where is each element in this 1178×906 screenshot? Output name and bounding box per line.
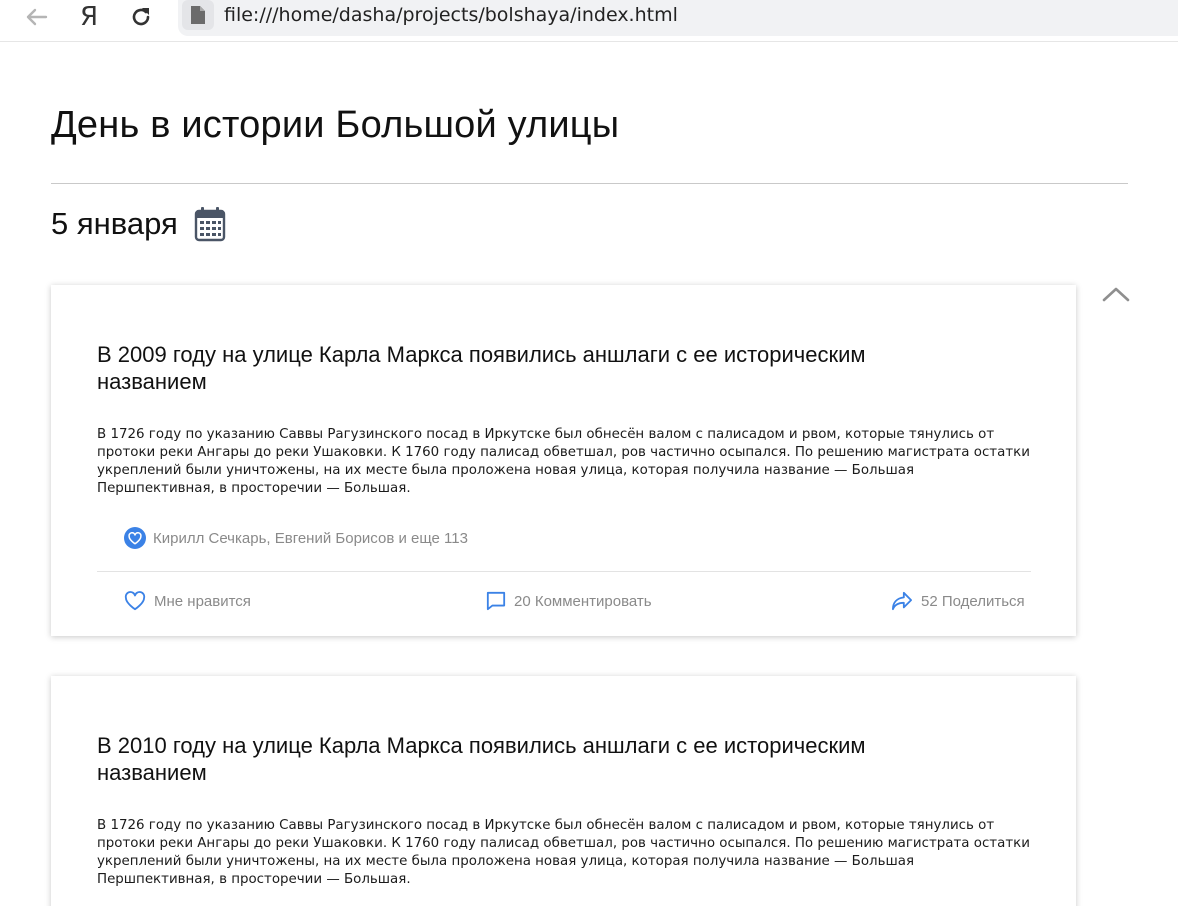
- post-title: В 2010 году на улице Карла Маркса появил…: [97, 733, 866, 785]
- share-button[interactable]: 52 Поделиться: [891, 591, 1025, 611]
- file-icon: [182, 0, 214, 30]
- back-button[interactable]: [21, 3, 51, 31]
- share-icon: [892, 591, 912, 611]
- address-bar[interactable]: file:///home/dasha/projects/bolshaya/ind…: [178, 0, 1178, 36]
- comment-button[interactable]: 20 Комментировать: [486, 591, 652, 611]
- card-divider: [97, 571, 1031, 572]
- calendar-icon[interactable]: [194, 206, 226, 242]
- reload-button[interactable]: [126, 3, 156, 31]
- post-text: В 1726 году по указанию Саввы Рагузинско…: [97, 427, 1030, 496]
- likes-summary[interactable]: Кирилл Сечкарь, Евгений Борисов и еще 11…: [124, 527, 468, 549]
- share-label: 52 Поделиться: [921, 592, 1025, 610]
- reload-icon: [132, 8, 150, 26]
- like-button[interactable]: Мне нравится: [124, 591, 251, 611]
- title-divider: [51, 183, 1128, 184]
- page-title: День в истории Большой улицы: [51, 104, 620, 146]
- comment-icon: [486, 591, 506, 611]
- post-text: В 1726 году по указанию Саввы Рагузинско…: [97, 818, 1030, 887]
- date-row: 5 января: [51, 206, 226, 242]
- comment-label: 20 Комментировать: [514, 592, 652, 610]
- heart-icon: [124, 591, 146, 611]
- post-card: В 2009 году на улице Карла Маркса появил…: [51, 285, 1076, 636]
- arrow-left-icon: [26, 8, 48, 26]
- browser-toolbar: Я file:///home/dasha/projects/bolshaya/i…: [0, 0, 1178, 42]
- yandex-logo: Я: [79, 2, 99, 32]
- post-card: В 2010 году на улице Карла Маркса появил…: [51, 676, 1076, 906]
- likers-text: Кирилл Сечкарь, Евгений Борисов и еще 11…: [153, 529, 468, 547]
- address-url[interactable]: file:///home/dasha/projects/bolshaya/ind…: [224, 4, 678, 26]
- date-heading: 5 января: [51, 206, 178, 241]
- heart-badge-icon: [124, 527, 146, 549]
- post-title: В 2009 году на улице Карла Маркса появил…: [97, 342, 866, 394]
- yandex-logo-button[interactable]: Я: [74, 2, 104, 32]
- chevron-up-icon[interactable]: [1101, 284, 1131, 306]
- like-label: Мне нравится: [154, 592, 251, 610]
